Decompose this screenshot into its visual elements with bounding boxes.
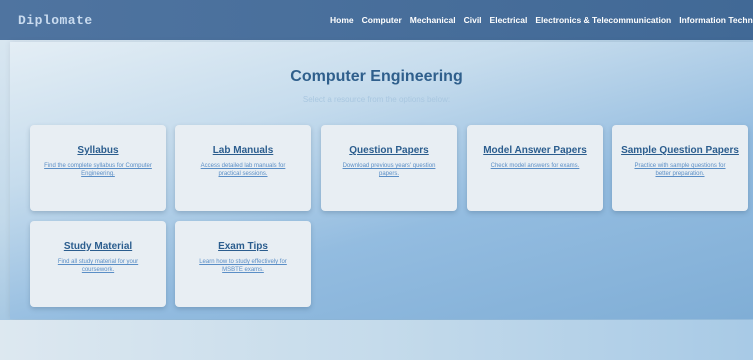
card-title-link[interactable]: Lab Manuals xyxy=(183,145,303,157)
resource-card-lab-manuals[interactable]: Lab Manuals Access detailed lab manuals … xyxy=(175,125,311,211)
resource-card-study-material[interactable]: Study Material Find all study material f… xyxy=(30,221,166,307)
card-title-link[interactable]: Syllabus xyxy=(38,145,158,157)
card-title-link[interactable]: Exam Tips xyxy=(183,241,303,253)
nav-link-home[interactable]: Home xyxy=(330,15,354,25)
page-subtitle: Select a resource from the options below… xyxy=(302,95,451,104)
nav-link-civil[interactable]: Civil xyxy=(464,15,482,25)
resource-card-syllabus[interactable]: Syllabus Find the complete syllabus for … xyxy=(30,125,166,211)
resource-card-model-answer-papers[interactable]: Model Answer Papers Check model answers … xyxy=(467,125,603,211)
resource-card-sample-question-papers[interactable]: Sample Question Papers Practice with sam… xyxy=(612,125,748,211)
nav-link-information-technology[interactable]: Information Technolog xyxy=(679,15,753,25)
resource-card-exam-tips[interactable]: Exam Tips Learn how to study effectively… xyxy=(175,221,311,307)
card-description-link[interactable]: Check model answers for exams. xyxy=(475,162,595,170)
navbar: Diplomate Home Computer Mechanical Civil… xyxy=(0,0,753,40)
nav-link-mechanical[interactable]: Mechanical xyxy=(410,15,456,25)
nav-link-computer[interactable]: Computer xyxy=(362,15,402,25)
nav-links: Home Computer Mechanical Civil Electrica… xyxy=(330,0,753,40)
brand-logo[interactable]: Diplomate xyxy=(18,13,93,28)
resource-card-question-papers[interactable]: Question Papers Download previous years'… xyxy=(321,125,457,211)
card-title-link[interactable]: Question Papers xyxy=(329,145,449,157)
page-title: Computer Engineering xyxy=(290,68,463,85)
card-title-link[interactable]: Model Answer Papers xyxy=(475,145,595,157)
card-title-link[interactable]: Sample Question Papers xyxy=(620,145,740,157)
card-description-link[interactable]: Find the complete syllabus for Computer … xyxy=(38,162,158,178)
card-title-link[interactable]: Study Material xyxy=(38,241,158,253)
card-description-link[interactable]: Download previous years' question papers… xyxy=(329,162,449,178)
card-description-link[interactable]: Find all study material for your coursew… xyxy=(38,258,158,274)
footer xyxy=(0,320,753,360)
card-description-link[interactable]: Learn how to study effectively for MSBTE… xyxy=(183,258,303,274)
card-description-link[interactable]: Access detailed lab manuals for practica… xyxy=(183,162,303,178)
nav-link-electrical[interactable]: Electrical xyxy=(490,15,528,25)
card-description-link[interactable]: Practice with sample questions for bette… xyxy=(620,162,740,178)
nav-link-electronics-telecommunication[interactable]: Electronics & Telecommunication xyxy=(535,15,671,25)
